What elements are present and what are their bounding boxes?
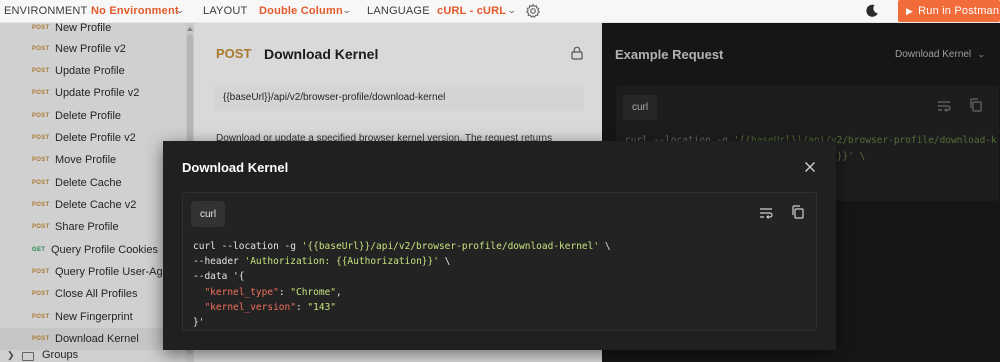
- modal-code-box: curl curl --location -g '{{baseUrl}}/api…: [182, 192, 817, 331]
- chevron-down-icon[interactable]: ⌄: [506, 5, 517, 16]
- language-dropdown[interactable]: cURL - cURL: [437, 5, 506, 17]
- code-string: 'Authorization: {{Authorization}}': [244, 256, 439, 268]
- copy-icon[interactable]: [791, 205, 804, 219]
- code-text: --data '{: [193, 271, 245, 283]
- code-string: '{{baseUrl}}/api/v2/browser-profile/down…: [301, 241, 600, 252]
- code-text: curl --location -g: [193, 241, 302, 252]
- gear-icon[interactable]: [525, 3, 541, 19]
- code-text: :: [295, 301, 308, 313]
- code-key: "kernel_type": [204, 286, 279, 298]
- wrap-text-icon[interactable]: [759, 207, 773, 219]
- language-label: LANGUAGE: [367, 5, 430, 17]
- run-button-label: Run in Postman: [918, 5, 1000, 17]
- close-icon[interactable]: [803, 160, 817, 174]
- code-text: --header: [193, 256, 245, 268]
- code-string: "143": [307, 301, 337, 313]
- layout-dropdown[interactable]: Double Column: [259, 5, 343, 17]
- code-key: "kernel_version": [204, 301, 296, 313]
- code-snippet-modal: Download Kernel curl curl --location -g …: [163, 141, 836, 350]
- chevron-down-icon[interactable]: ⌄: [341, 5, 352, 16]
- play-icon: ▶: [906, 5, 914, 16]
- run-in-postman-button[interactable]: ▶ Run in Postman: [898, 0, 1000, 22]
- modal-lang-button[interactable]: curl: [191, 201, 225, 227]
- code-string: "Chrome": [290, 286, 337, 298]
- modal-title: Download Kernel: [182, 160, 289, 175]
- code-text: :: [278, 286, 291, 298]
- code-text: \: [438, 256, 451, 268]
- code-text: ,: [336, 286, 342, 298]
- modal-code-block: curl --location -g '{{baseUrl}}/api/v2/b…: [193, 239, 611, 330]
- layout-label: LAYOUT: [203, 5, 248, 17]
- moon-icon[interactable]: [864, 3, 880, 19]
- code-text: \: [599, 241, 611, 252]
- code-text: }': [193, 317, 205, 329]
- chevron-down-icon[interactable]: ⌄: [174, 5, 185, 16]
- environment-label: ENVIRONMENT: [4, 5, 88, 17]
- environment-dropdown[interactable]: No Environment: [91, 5, 179, 17]
